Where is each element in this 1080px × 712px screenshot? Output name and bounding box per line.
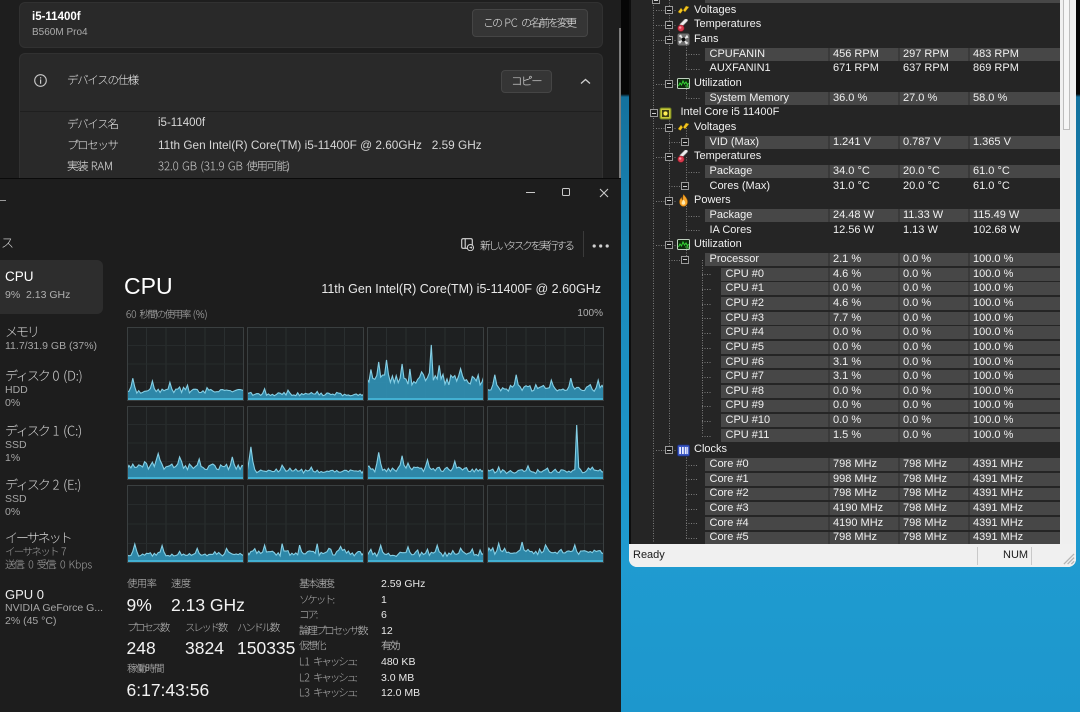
svg-text:%: % [685, 84, 689, 89]
svg-text:%: % [685, 245, 689, 250]
